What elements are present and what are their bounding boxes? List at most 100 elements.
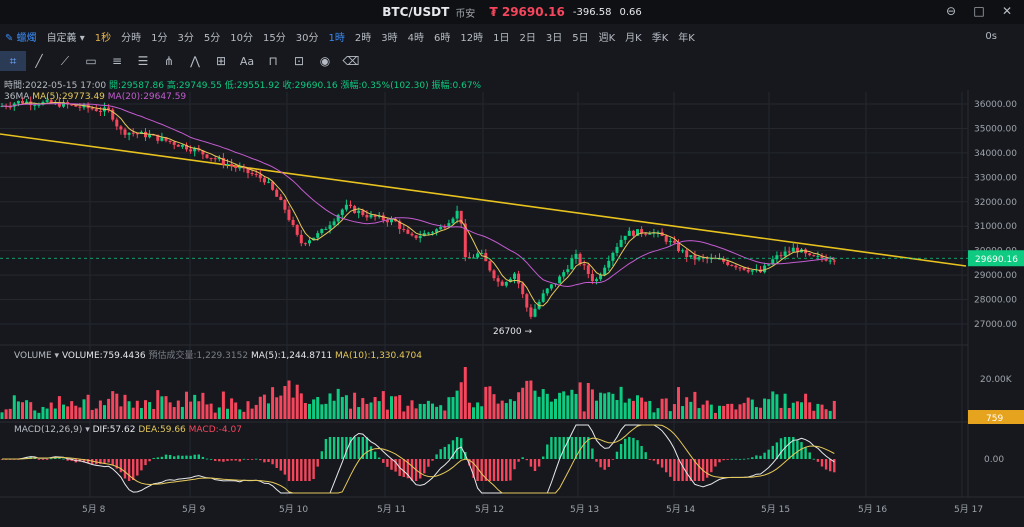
candles xyxy=(0,96,836,320)
candle-body xyxy=(283,200,287,210)
macd-histogram-bar xyxy=(45,459,49,460)
volume-bar xyxy=(357,407,361,419)
volume-bar xyxy=(70,401,74,419)
macd-histogram-bar xyxy=(197,454,200,459)
volume-bar xyxy=(480,406,484,419)
candle-body xyxy=(168,140,172,142)
volume-bar xyxy=(160,396,164,419)
macd-histogram-bar xyxy=(185,455,188,459)
candle-body xyxy=(230,164,234,167)
macd-histogram-bar xyxy=(164,454,168,459)
candle-body xyxy=(627,230,631,236)
macd-histogram-bar xyxy=(820,459,824,467)
volume-bar xyxy=(414,408,418,419)
ohlc-close: 收:29690.16 xyxy=(282,81,338,91)
volume-bar xyxy=(648,400,652,419)
candle-body xyxy=(783,251,787,256)
macd-histogram-bar xyxy=(812,458,815,460)
candle-body xyxy=(291,219,295,226)
candle-body xyxy=(529,307,533,317)
volume-bar xyxy=(644,401,648,419)
macd-histogram-bar xyxy=(255,458,258,460)
volume-bar xyxy=(541,389,545,419)
macd-histogram-bar xyxy=(673,459,676,481)
low-price-marker: 26700 → xyxy=(493,327,532,337)
volume-bar xyxy=(390,396,393,419)
macd-histogram-bar xyxy=(111,459,114,466)
volume-bar xyxy=(156,390,160,419)
volume-bar xyxy=(180,406,184,419)
ohlc-open: 開:29587.86 xyxy=(109,81,164,91)
ma5-legend: MA(5):29773.49 xyxy=(32,92,105,102)
volume-bar xyxy=(443,410,447,419)
macd-histogram-bar xyxy=(234,459,237,461)
macd-histogram-bar xyxy=(615,451,619,459)
volume-indicator-name[interactable]: VOLUME xyxy=(14,351,52,361)
volume-bar xyxy=(488,386,492,419)
ma-legend-main[interactable]: 36MA xyxy=(4,92,29,102)
volume-bar xyxy=(611,393,615,419)
candle-body xyxy=(476,253,480,258)
candle-body xyxy=(496,278,500,282)
candle-body xyxy=(685,250,689,258)
candle-body xyxy=(328,225,332,229)
volume-bar xyxy=(361,398,365,419)
volume-bar xyxy=(221,391,225,419)
volume-bar xyxy=(291,397,295,419)
candle-body xyxy=(381,215,385,221)
volume-bar xyxy=(447,397,451,419)
macd-histogram-bar xyxy=(636,440,639,459)
volume-bar xyxy=(303,403,307,419)
volume-bar xyxy=(90,409,94,419)
volume-bar xyxy=(668,411,672,419)
macd-indicator-name[interactable]: MACD(12,26,9) xyxy=(14,425,82,435)
macd-histogram-bar xyxy=(681,459,684,481)
volume-tick-label: 20.00K xyxy=(980,375,1013,385)
macd-histogram-bar xyxy=(402,459,405,478)
candle-body xyxy=(570,258,574,270)
volume-bar xyxy=(246,401,250,419)
volume-bar xyxy=(238,409,242,419)
macd-histogram-bar xyxy=(734,458,738,460)
volume-bar xyxy=(406,405,410,419)
macd-histogram-bar xyxy=(779,438,783,459)
candle-body xyxy=(595,279,598,282)
volume-bar xyxy=(742,402,746,419)
macd-histogram-bar xyxy=(218,459,221,462)
candle-body xyxy=(148,134,152,138)
candle-body xyxy=(406,229,410,234)
macd-histogram-bar xyxy=(816,459,820,462)
ma20-legend: MA(20):29647.59 xyxy=(107,92,187,102)
price-tick-label: 32000.00 xyxy=(974,198,1017,208)
volume-bar xyxy=(672,404,676,419)
volume-bar xyxy=(750,399,754,419)
macd-histogram-bar xyxy=(669,459,672,477)
volume-bar xyxy=(496,403,500,419)
ohlc-change: 漲幅:0.35%(102.30) xyxy=(340,81,429,91)
volume-bar xyxy=(705,400,709,419)
volume-bar xyxy=(103,405,106,419)
volume-bar xyxy=(718,405,721,419)
macd-histogram-bar xyxy=(488,459,492,481)
candle-body xyxy=(439,226,443,230)
volume-bar xyxy=(57,396,61,419)
candle-body xyxy=(558,276,562,284)
volume-bar xyxy=(377,401,381,419)
macd-histogram-bar xyxy=(390,459,393,470)
macd-histogram-bar xyxy=(316,459,319,467)
price-tick-label: 35000.00 xyxy=(974,124,1017,134)
volume-bar xyxy=(250,408,254,419)
ma-legend: 36MA MA(5):29773.49 MA(20):29647.59 xyxy=(4,92,186,102)
volume-bar xyxy=(656,408,660,419)
candle-body xyxy=(431,232,434,234)
macd-histogram-bar xyxy=(480,459,483,481)
volume-bars xyxy=(0,367,836,419)
macd-histogram-bar xyxy=(296,459,299,481)
macd-histogram-bar xyxy=(337,437,340,459)
price-tick-label: 31000.00 xyxy=(974,222,1017,232)
candle-body xyxy=(443,226,447,228)
candle-body xyxy=(131,132,135,134)
candle-body xyxy=(90,108,94,110)
volume-bar xyxy=(172,407,176,419)
macd-histogram-bar xyxy=(246,459,250,460)
